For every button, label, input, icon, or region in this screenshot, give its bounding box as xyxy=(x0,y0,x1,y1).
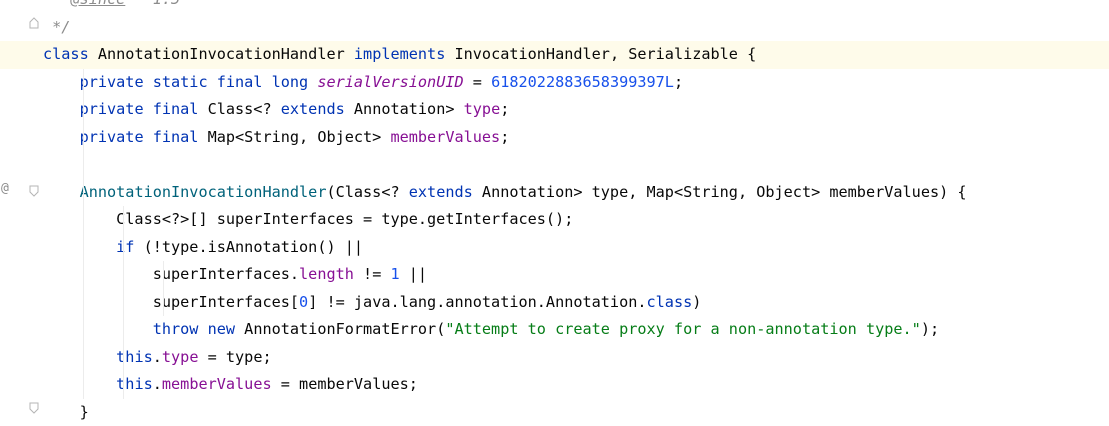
code-token: Map<String, Object> xyxy=(208,128,391,146)
code-token: type xyxy=(464,100,501,118)
code-line[interactable]: class AnnotationInvocationHandler implem… xyxy=(0,41,1109,69)
code-token xyxy=(43,320,153,338)
code-token: Class<? xyxy=(208,100,281,118)
code-token: ] != java.lang.annotation.Annotation. xyxy=(308,293,646,311)
code-line[interactable]: private final Map<String, Object> member… xyxy=(43,124,1109,152)
code-line[interactable]: throw new AnnotationFormatError("Attempt… xyxy=(43,316,1109,344)
code-token: */ xyxy=(43,18,70,36)
code-token: ); xyxy=(921,320,939,338)
code-token: 6182022883658399397L xyxy=(491,73,674,91)
code-token xyxy=(43,183,80,201)
code-line[interactable]: if (!type.isAnnotation() || xyxy=(43,234,1109,262)
code-token: AnnotationInvocationHandler xyxy=(80,183,327,201)
code-token: superInterfaces. xyxy=(43,265,299,283)
code-line[interactable]: AnnotationInvocationHandler(Class<? exte… xyxy=(43,179,1109,207)
code-token: private final xyxy=(80,100,208,118)
code-token: "Attempt to create proxy for a non-annot… xyxy=(445,320,920,338)
indent-guide xyxy=(83,69,84,399)
code-token: superInterfaces[ xyxy=(43,293,299,311)
code-line[interactable]: private final Class<? extends Annotation… xyxy=(43,96,1109,124)
code-token: private final xyxy=(80,128,208,146)
code-token: || xyxy=(400,265,427,283)
code-token: } xyxy=(43,403,89,421)
code-token: = type; xyxy=(198,348,271,366)
code-token: = memberValues; xyxy=(272,375,418,393)
code-line[interactable]: * @since 1.5 xyxy=(43,0,1109,14)
code-line[interactable]: superInterfaces[0] != java.lang.annotati… xyxy=(43,289,1109,317)
code-token: InvocationHandler, Serializable { xyxy=(455,45,757,63)
code-token xyxy=(43,128,80,146)
code-line[interactable]: this.memberValues = memberValues; xyxy=(43,371,1109,399)
code-line[interactable]: superInterfaces.length != 1 || xyxy=(43,261,1109,289)
code-token: this xyxy=(116,348,153,366)
code-token: private static final long xyxy=(80,73,318,91)
code-token: ) xyxy=(692,293,701,311)
code-token: AnnotationInvocationHandler xyxy=(98,45,354,63)
code-line[interactable]: this.type = type; xyxy=(43,344,1109,372)
code-token: Annotation> xyxy=(354,100,464,118)
fold-start-icon[interactable] xyxy=(29,185,39,197)
code-token: class xyxy=(43,45,98,63)
code-token: serialVersionUID xyxy=(317,73,463,91)
code-token: 0 xyxy=(299,293,308,311)
code-token: extends xyxy=(409,183,482,201)
code-token xyxy=(43,348,116,366)
code-token: = xyxy=(464,73,491,91)
code-token xyxy=(43,375,116,393)
code-token xyxy=(43,73,80,91)
code-token: class xyxy=(647,293,693,311)
code-token: extends xyxy=(281,100,354,118)
code-token xyxy=(43,100,80,118)
code-token: ; xyxy=(500,128,509,146)
code-token: (!type.isAnnotation() || xyxy=(144,238,363,256)
code-token: this xyxy=(116,375,153,393)
code-token xyxy=(43,238,116,256)
code-token: throw new xyxy=(153,320,244,338)
fold-start-icon-bottom[interactable] xyxy=(29,402,39,414)
code-token: ; xyxy=(674,73,683,91)
code-line[interactable]: Class<?>[] superInterfaces = type.getInt… xyxy=(43,206,1109,234)
code-token: . xyxy=(153,375,162,393)
code-line[interactable]: private static final long serialVersionU… xyxy=(43,69,1109,97)
code-token: AnnotationFormatError( xyxy=(244,320,445,338)
code-token: * xyxy=(43,0,70,8)
code-line[interactable]: } xyxy=(43,399,1109,426)
code-token: memberValues xyxy=(390,128,500,146)
code-token: if xyxy=(116,238,143,256)
code-token: @since xyxy=(70,0,125,8)
code-line[interactable]: */ xyxy=(43,14,1109,42)
code-token: 1.5 xyxy=(125,0,180,8)
code-line[interactable] xyxy=(43,151,1109,179)
code-token: 1 xyxy=(390,265,399,283)
code-token: Annotation> type, Map<String, Object> me… xyxy=(482,183,967,201)
code-token: (Class<? xyxy=(326,183,408,201)
indent-guide xyxy=(163,261,164,316)
code-token: length xyxy=(299,265,354,283)
override-marker-icon[interactable]: @ xyxy=(1,181,9,196)
indent-guide xyxy=(123,206,124,399)
code-token: . xyxy=(153,348,162,366)
fold-end-icon[interactable] xyxy=(29,17,39,29)
code-token: type xyxy=(162,348,199,366)
code-token: implements xyxy=(354,45,455,63)
code-editor[interactable]: * @since 1.5 */ class AnnotationInvocatio… xyxy=(43,0,1109,426)
code-token: ; xyxy=(500,100,509,118)
code-token: memberValues xyxy=(162,375,272,393)
code-token: != xyxy=(354,265,391,283)
